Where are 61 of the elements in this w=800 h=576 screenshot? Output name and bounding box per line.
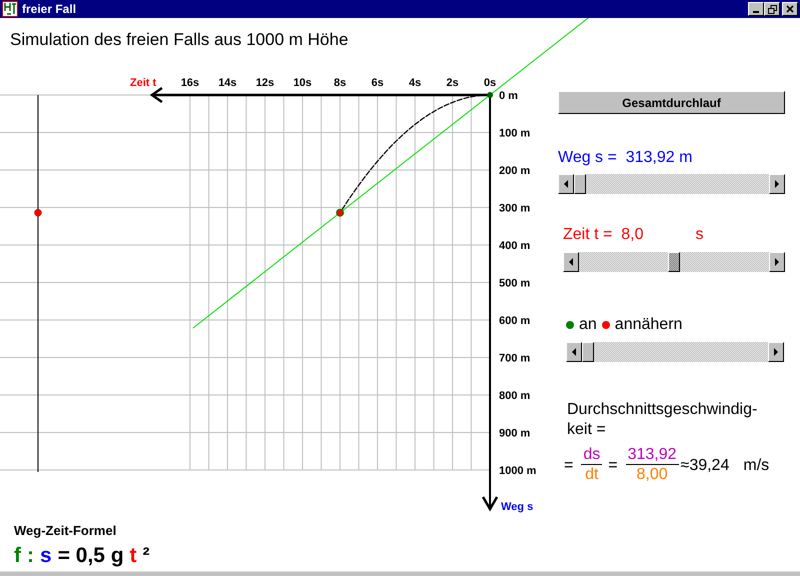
time-tick-label: 0s [484, 77, 496, 89]
restore-button[interactable] [764, 2, 780, 16]
denominator: dt [585, 465, 598, 485]
speed-result: ≈39,24 [680, 456, 730, 474]
position-dot [34, 208, 42, 216]
distance-tick-label: 600 m [499, 315, 530, 327]
distance-tick-label: 400 m [499, 240, 530, 252]
scroll-right-icon[interactable] [769, 252, 785, 272]
distance-scrollbar[interactable] [558, 174, 785, 194]
distance-tick-label: 900 m [499, 428, 530, 440]
distance-tick-label: 1000 m [499, 465, 536, 477]
time-tick-label: 6s [371, 77, 384, 89]
close-button[interactable] [782, 2, 798, 16]
origin-dot [487, 92, 493, 98]
distance-tick-label: 700 m [499, 352, 530, 364]
scroll-left-icon[interactable] [563, 252, 579, 272]
scroll-thumb[interactable] [668, 252, 680, 272]
distance-tick-label: 300 m [499, 202, 530, 214]
distance-label: Weg s = 313,92 m [558, 149, 694, 167]
time-scrollbar[interactable] [563, 252, 785, 272]
numerator: 313,92 [626, 446, 679, 465]
time-tick-label: 8s [334, 77, 346, 89]
scroll-right-icon[interactable] [769, 174, 785, 194]
time-tick-label: 4s [408, 77, 422, 89]
time-tick-label: 16s [180, 77, 200, 89]
window-title: freier Fall [22, 2, 76, 16]
scroll-left-icon[interactable] [566, 342, 582, 362]
time-tick-label: 10s [293, 77, 312, 89]
time-label: Zeit t = 8,0 s [563, 226, 704, 244]
legend-label: an [579, 316, 597, 334]
equals-sign: = [608, 456, 618, 474]
minimize-button[interactable] [748, 2, 764, 16]
denominator: 8,00 [636, 465, 668, 485]
time-tick-label: 12s [256, 77, 274, 89]
distance-tick-label: 200 m [499, 165, 530, 177]
run-button[interactable]: Gesamtdurchlauf [558, 91, 785, 114]
curve-dot [336, 208, 344, 217]
distance-axis-label: Weg s [501, 501, 534, 513]
numerator: ds [581, 446, 602, 465]
legend-label: annähern [614, 316, 682, 334]
time-tick-label: 14s [218, 77, 237, 89]
time-axis-label: Zeit t [130, 77, 156, 89]
distance-tick-label: 0 m [499, 90, 518, 102]
heading: Simulation des freien Falls aus 1000 m Höhe [10, 30, 350, 50]
distance-tick-label: 500 m [499, 278, 530, 290]
speed-unit: m/s [743, 456, 770, 474]
formula-title: Weg-Zeit-Formel [14, 523, 118, 538]
scroll-thumb[interactable] [574, 174, 586, 194]
scroll-left-icon[interactable] [558, 174, 574, 194]
close-icon [786, 5, 794, 13]
time-tick-label: 2s [446, 77, 459, 89]
speed-label: Durchschnittsgeschwindig- [567, 400, 758, 420]
speed-label: keit = [567, 420, 607, 440]
approach-scrollbar[interactable] [566, 342, 784, 362]
restore-icon [768, 4, 776, 14]
scroll-thumb[interactable] [582, 342, 594, 362]
scroll-right-icon[interactable] [768, 342, 784, 362]
distance-tick-label: 800 m [499, 390, 530, 402]
equals-sign: = [564, 456, 574, 474]
formula-text: f : s = 0,5 g t ² [14, 544, 151, 568]
distance-tick-label: 100 m [499, 128, 530, 140]
